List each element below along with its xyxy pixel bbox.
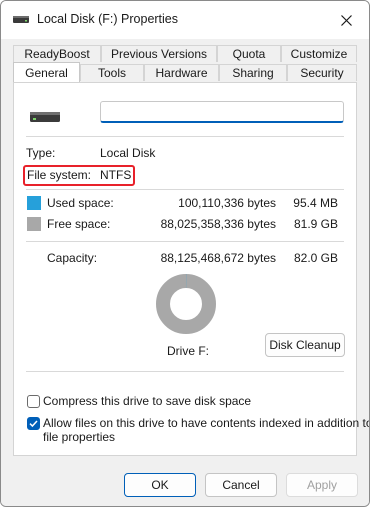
tab-general[interactable]: General xyxy=(13,62,80,82)
window-title: Local Disk (F:) Properties xyxy=(37,12,179,26)
type-label: Type: xyxy=(26,146,56,160)
free-space-swatch xyxy=(27,217,41,231)
used-space-label: Used space: xyxy=(47,196,114,210)
disk-cleanup-button[interactable]: Disk Cleanup xyxy=(265,333,345,357)
capacity-label: Capacity: xyxy=(47,251,98,265)
compress-checkbox[interactable] xyxy=(27,395,40,408)
file-system-label: File system: xyxy=(27,168,92,182)
checkmark-icon xyxy=(29,420,38,428)
used-space-bytes: 100,110,336 bytes xyxy=(178,196,276,210)
free-space-label: Free space: xyxy=(47,217,111,231)
tab-row-front: General Tools Hardware Sharing Security xyxy=(13,62,357,82)
drive-name-input[interactable] xyxy=(100,101,344,123)
title-bar: Local Disk (F:) Properties xyxy=(1,1,369,39)
used-space-swatch xyxy=(27,196,41,210)
free-space-size: 81.9 GB xyxy=(293,217,338,231)
tab-customize[interactable]: Customize xyxy=(281,45,357,62)
drive-icon xyxy=(13,16,29,23)
hard-drive-icon xyxy=(30,112,60,122)
general-panel: Type: Local Disk File system: NTFS Used … xyxy=(13,82,369,456)
type-value: Local Disk xyxy=(100,146,156,160)
disk-usage-donut xyxy=(156,274,216,334)
divider xyxy=(26,241,344,242)
capacity-size: 82.0 GB xyxy=(293,251,338,265)
free-space-bytes: 88,025,358,336 bytes xyxy=(160,217,276,231)
used-space-size: 95.4 MB xyxy=(293,196,338,210)
file-system-value: NTFS xyxy=(100,168,132,182)
divider xyxy=(26,136,344,137)
tab-previous-versions[interactable]: Previous Versions xyxy=(101,45,217,62)
properties-window: Local Disk (F:) Properties ReadyBoost Pr… xyxy=(0,0,370,507)
index-checkbox[interactable] xyxy=(27,417,40,430)
tab-row-back: ReadyBoost Previous Versions Quota Custo… xyxy=(13,45,357,63)
tab-tools[interactable]: Tools xyxy=(80,64,144,81)
index-label-line1: Allow files on this drive to have conten… xyxy=(43,416,370,430)
tab-security[interactable]: Security xyxy=(287,64,357,81)
tab-quota[interactable]: Quota xyxy=(217,45,281,62)
index-label-line2: file properties xyxy=(43,430,116,444)
tab-hardware[interactable]: Hardware xyxy=(144,64,219,81)
tab-sharing[interactable]: Sharing xyxy=(219,64,287,81)
capacity-bytes: 88,125,468,672 bytes xyxy=(160,251,276,265)
divider xyxy=(26,189,344,190)
close-icon xyxy=(340,14,352,26)
cancel-button[interactable]: Cancel xyxy=(205,473,277,497)
compress-label: Compress this drive to save disk space xyxy=(43,394,252,408)
ok-button[interactable]: OK xyxy=(124,473,196,497)
close-button[interactable] xyxy=(323,1,369,39)
drive-letter-label: Drive F: xyxy=(167,344,209,358)
divider xyxy=(26,371,344,372)
tab-readyboost[interactable]: ReadyBoost xyxy=(13,45,101,62)
apply-button[interactable]: Apply xyxy=(286,473,358,497)
dialog-footer: OK Cancel Apply xyxy=(1,461,369,506)
